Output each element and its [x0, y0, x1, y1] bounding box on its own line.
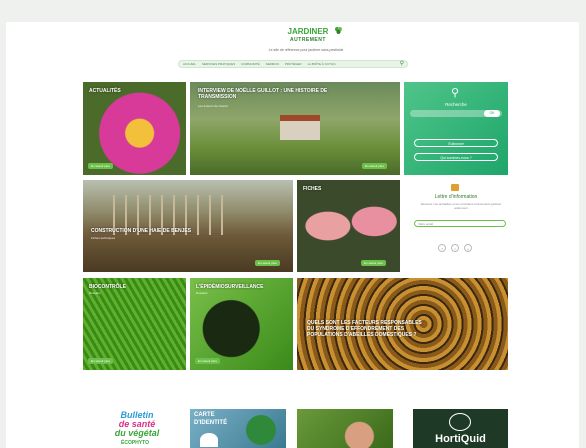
clover-illustration — [200, 433, 218, 447]
tile-abeilles[interactable]: QUELS SONT LES FACTEURS RESPONSABLES DU … — [297, 278, 508, 370]
hortiquid-icon — [449, 413, 471, 431]
tile-flower-title: ACTUALITÉS — [89, 88, 121, 94]
tile-interview-sub: Les acteurs de l'avenir — [198, 104, 228, 108]
twitter-icon[interactable]: t — [451, 244, 459, 252]
tile-haie-sub: Fiches techniques — [91, 236, 116, 240]
tile-abeilles-title: QUELS SONT LES FACTEURS RESPONSABLES DU … — [307, 320, 422, 338]
leaf-icon — [335, 27, 342, 34]
bulletin-line3: du végétal — [114, 428, 160, 438]
tile-flower-bee[interactable]: ACTUALITÉS En savoir plus — [83, 82, 186, 175]
nav-item-proteger[interactable]: PROTÉGER — [285, 62, 302, 66]
bulletin-sante-vegetal[interactable]: Bulletin de santé du végétal ÉCOPHYTO — [101, 409, 173, 448]
newsletter-email-input[interactable]: Votre email — [414, 220, 506, 227]
who-are-we-button[interactable]: Qui sommes-nous ? — [414, 153, 498, 161]
tile-epidemio[interactable]: L'ÉPIDÉMIOSURVEILLANCE Dossiers En savoi… — [190, 278, 293, 370]
site-logo[interactable]: JARDINER AUTREMENT — [268, 27, 348, 44]
tile-epidemio-button[interactable]: En savoir plus — [195, 358, 220, 364]
subscribe-button[interactable]: S'abonner — [414, 139, 498, 147]
tile-biocontrole-title: BIOCONTRÔLE — [89, 284, 126, 290]
tile-interview-title: INTERVIEW DE NOËLLE GUILLOT : UNE HISTOI… — [198, 88, 328, 100]
nav-item-boite[interactable]: LA BOÎTE À OUTILS — [308, 62, 336, 66]
tile-biocontrole-sub: Dossiers — [89, 291, 101, 295]
tile-biocontrole-button[interactable]: En savoir plus — [88, 358, 113, 364]
nav-item-services[interactable]: SERVICES PRATIQUES — [202, 62, 235, 66]
youtube-icon[interactable]: y — [464, 244, 472, 252]
tile-tulips[interactable]: FICHES En savoir plus — [297, 180, 400, 272]
search-icon: ⚲ — [451, 87, 460, 99]
logo-sub: AUTREMENT — [290, 37, 326, 43]
identite-label: D'IDENTITÉ — [194, 420, 228, 426]
tile-tulips-button[interactable]: En savoir plus — [361, 260, 386, 266]
nav-item-sermon[interactable]: SERMON — [266, 62, 279, 66]
nav-search-icon[interactable]: ⚲ — [400, 61, 404, 68]
newsletter-desc: Recevez nos actualités et les prochains … — [420, 202, 502, 210]
hortiquid-label: HortiQuid — [435, 433, 486, 445]
tile-biocontrole[interactable]: BIOCONTRÔLE Dossiers En savoir plus — [83, 278, 186, 370]
leaf-illustration — [246, 415, 276, 445]
tile-haie[interactable]: CONSTRUCTION D'UNE HAIE DE BENJES Fiches… — [83, 180, 293, 272]
tile-flower-button[interactable]: En savoir plus — [88, 163, 113, 169]
newsletter-icon — [451, 184, 459, 191]
main-nav: ACCUEIL SERVICES PRATIQUES COMMUNITÉ SER… — [178, 60, 408, 68]
tile-tulips-title: FICHES — [303, 186, 322, 192]
site-tagline: Le site de référence pour jardiner sans … — [268, 48, 344, 52]
homepage: JARDINER AUTREMENT Le site de référence … — [6, 22, 579, 448]
tile-haie-button[interactable]: En savoir plus — [255, 260, 280, 266]
carte-label: CARTE — [194, 412, 215, 418]
tile-haie-title: CONSTRUCTION D'UNE HAIE DE BENJES — [91, 228, 192, 234]
tile-interview[interactable]: INTERVIEW DE NOËLLE GUILLOT : UNE HISTOI… — [190, 82, 400, 175]
search-ok-button[interactable]: OK — [484, 110, 500, 117]
facebook-icon[interactable]: f — [438, 244, 446, 252]
nav-item-communite[interactable]: COMMUNITÉ — [241, 62, 260, 66]
ecophyto-label: ÉCOPHYTO — [121, 440, 149, 446]
search-label: Recherche — [445, 102, 467, 107]
tile-interview-button[interactable]: En savoir plus — [362, 163, 387, 169]
nav-item-accueil[interactable]: ACCUEIL — [183, 62, 196, 66]
roof-image — [280, 115, 320, 121]
tile-epidemio-title: L'ÉPIDÉMIOSURVEILLANCE — [196, 284, 264, 290]
house-image — [280, 120, 320, 140]
hortiquid-logo[interactable]: HortiQuid — [413, 409, 508, 448]
search-panel: ⚲ Recherche OK S'abonner Qui sommes-nous… — [404, 82, 508, 175]
carte-identite[interactable]: CARTE D'IDENTITÉ — [190, 409, 286, 448]
tile-hands-plant[interactable] — [297, 409, 393, 448]
newsletter-panel: Lettre d'information Recevez nos actuali… — [404, 180, 508, 272]
tile-epidemio-sub: Dossiers — [196, 291, 208, 295]
newsletter-title: Lettre d'information — [434, 194, 478, 200]
